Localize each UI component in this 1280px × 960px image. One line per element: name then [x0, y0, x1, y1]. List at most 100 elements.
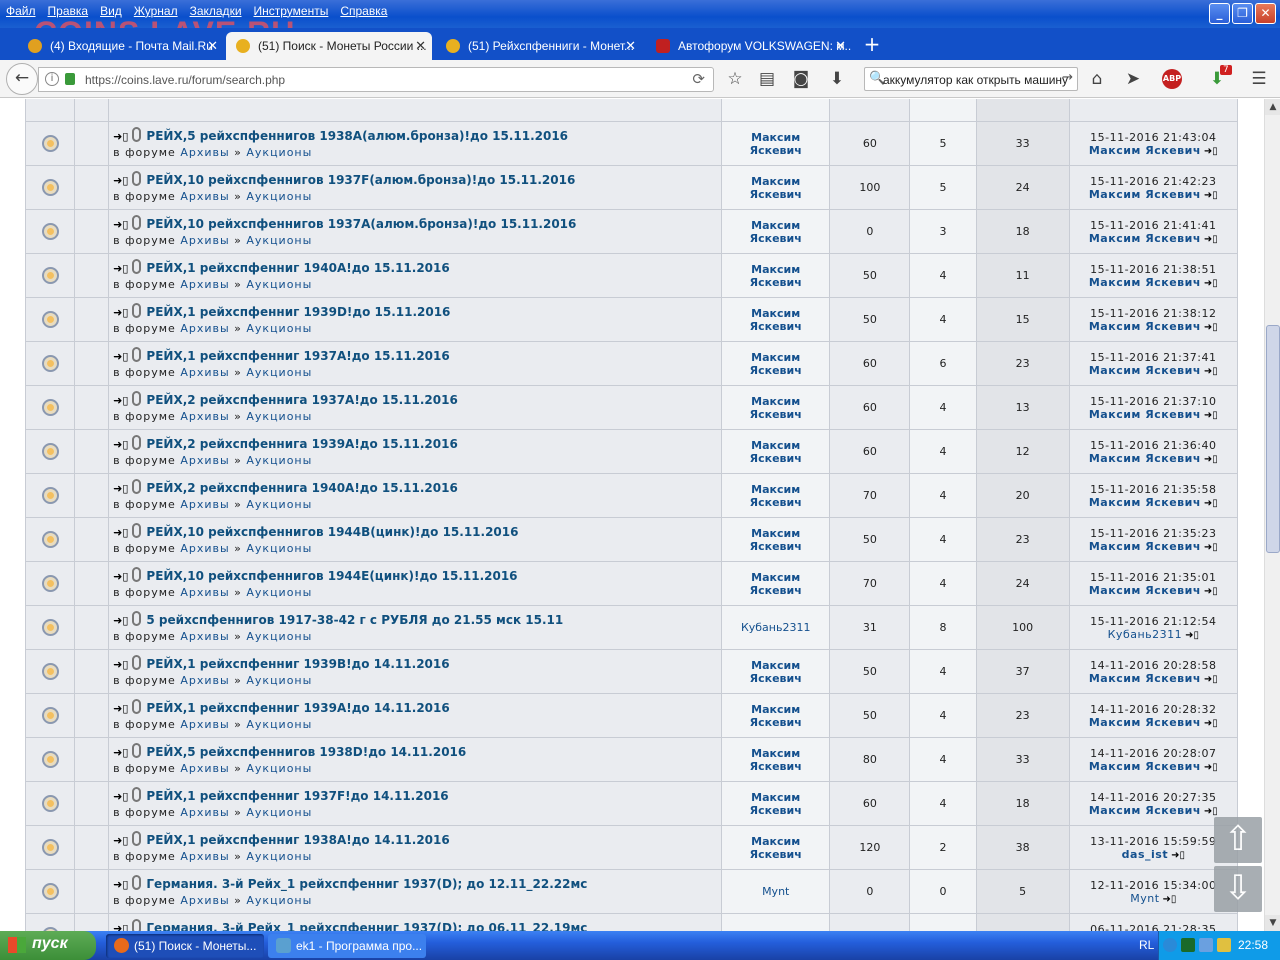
topic-title-link[interactable]: РЕЙХ,5 рейхспфеннигов 1938А(алюм.бронза)…: [146, 129, 568, 143]
forum-auctions-link[interactable]: Аукционы: [246, 278, 312, 291]
last-post-author[interactable]: Максим Яскевич: [1089, 232, 1201, 245]
goto-last-post-icon[interactable]: ➜▯: [1204, 586, 1218, 597]
goto-new-icon[interactable]: ➜▯: [113, 834, 128, 847]
goto-last-post-icon[interactable]: ➜▯: [1204, 322, 1218, 333]
new-tab-button[interactable]: +: [860, 32, 884, 56]
language-indicator[interactable]: RL: [1139, 938, 1154, 952]
author-link[interactable]: Максим Яскевич: [741, 263, 811, 289]
goto-last-post-icon[interactable]: ➜▯: [1185, 630, 1199, 641]
forum-auctions-link[interactable]: Аукционы: [246, 190, 312, 203]
goto-last-post-icon[interactable]: ➜▯: [1204, 278, 1218, 289]
forum-archive-link[interactable]: Архивы: [180, 278, 229, 291]
search-go-icon[interactable]: →: [1062, 70, 1073, 85]
forum-auctions-link[interactable]: Аукционы: [246, 630, 312, 643]
author-link[interactable]: Максим Яскевич: [741, 439, 811, 465]
forum-archive-link[interactable]: Архивы: [180, 806, 229, 819]
goto-last-post-icon[interactable]: ➜▯: [1204, 498, 1218, 509]
forum-auctions-link[interactable]: Аукционы: [246, 806, 312, 819]
forum-auctions-link[interactable]: Аукционы: [246, 542, 312, 555]
goto-last-post-icon[interactable]: ➜▯: [1204, 542, 1218, 553]
home-icon[interactable]: ⌂: [1086, 69, 1108, 89]
topic-title-link[interactable]: РЕЙХ,1 рейхспфенниг 1940А!до 15.11.2016: [146, 261, 449, 275]
search-box[interactable]: 🔍 аккумулятор как открыть машину →: [864, 67, 1078, 91]
author-link[interactable]: Максим Яскевич: [741, 307, 811, 333]
author-link[interactable]: Максим Яскевич: [741, 835, 811, 861]
goto-new-icon[interactable]: ➜▯: [113, 482, 128, 495]
topic-title-link[interactable]: РЕЙХ,10 рейхспфеннигов 1944В(цинк)!до 15…: [146, 525, 518, 539]
goto-last-post-icon[interactable]: ➜▯: [1171, 850, 1185, 861]
topic-title-link[interactable]: РЕЙХ,2 рейхспфеннига 1939А!до 15.11.2016: [146, 437, 457, 451]
topic-title-link[interactable]: РЕЙХ,1 рейхспфенниг 1939А!до 14.11.2016: [146, 701, 449, 715]
url-bar[interactable]: i https://coins.lave.ru/forum/search.php…: [38, 67, 714, 92]
close-tab-icon[interactable]: ✕: [625, 38, 636, 54]
goto-last-post-icon[interactable]: ➜▯: [1204, 146, 1218, 157]
goto-last-post-icon[interactable]: ➜▯: [1204, 366, 1218, 377]
goto-new-icon[interactable]: ➜▯: [113, 130, 128, 143]
menu-help[interactable]: Справка: [334, 2, 393, 20]
last-post-author[interactable]: Максим Яскевич: [1089, 584, 1201, 597]
close-tab-icon[interactable]: ✕: [835, 38, 846, 54]
goto-new-icon[interactable]: ➜▯: [113, 174, 128, 187]
tab-autoforum[interactable]: Автофорум VOLKSWAGEN: м... ✕: [646, 32, 852, 60]
goto-last-post-icon[interactable]: ➜▯: [1204, 410, 1218, 421]
topic-title-link[interactable]: РЕЙХ,10 рейхспфеннигов 1944Е(цинк)!до 15…: [146, 569, 517, 583]
author-link[interactable]: Максим Яскевич: [741, 483, 811, 509]
goto-new-icon[interactable]: ➜▯: [113, 526, 128, 539]
scroll-bottom-button[interactable]: ⇩: [1214, 866, 1262, 912]
topic-title-link[interactable]: Германия. 3-й Рейх_1 рейхспфенниг 1937(D…: [146, 877, 587, 891]
pocket-icon[interactable]: ◙: [790, 69, 812, 89]
vertical-scrollbar[interactable]: ▲ ▼: [1264, 99, 1280, 931]
forum-auctions-link[interactable]: Аукционы: [246, 674, 312, 687]
topic-title-link[interactable]: РЕЙХ,2 рейхспфеннига 1940А!до 15.11.2016: [146, 481, 457, 495]
forum-archive-link[interactable]: Архивы: [180, 322, 229, 335]
last-post-author[interactable]: Максим Яскевич: [1089, 320, 1201, 333]
goto-new-icon[interactable]: ➜▯: [113, 746, 128, 759]
topic-title-link[interactable]: 5 рейхспфеннигов 1917-38-42 г с РУБЛЯ до…: [146, 613, 563, 627]
author-link[interactable]: Максим Яскевич: [741, 659, 811, 685]
forum-archive-link[interactable]: Архивы: [180, 674, 229, 687]
volume-icon[interactable]: [1199, 938, 1213, 952]
bookmark-star-icon[interactable]: ☆: [724, 69, 746, 89]
forum-archive-link[interactable]: Архивы: [180, 718, 229, 731]
forum-archive-link[interactable]: Архивы: [180, 366, 229, 379]
taskbar-item-ek1[interactable]: ek1 - Программа про...: [268, 934, 426, 958]
forum-auctions-link[interactable]: Аукционы: [246, 234, 312, 247]
topic-title-link[interactable]: РЕЙХ,1 рейхспфенниг 1937А!до 15.11.2016: [146, 349, 449, 363]
last-post-author[interactable]: Максим Яскевич: [1089, 760, 1201, 773]
goto-last-post-icon[interactable]: ➜▯: [1163, 894, 1177, 905]
forum-archive-link[interactable]: Архивы: [180, 630, 229, 643]
adblock-icon[interactable]: ABP: [1162, 69, 1182, 89]
send-icon[interactable]: ➤: [1122, 69, 1144, 89]
goto-new-icon[interactable]: ➜▯: [113, 658, 128, 671]
scroll-down-icon[interactable]: ▼: [1265, 915, 1280, 931]
topic-title-link[interactable]: РЕЙХ,2 рейхспфеннига 1937А!до 15.11.2016: [146, 393, 457, 407]
topic-title-link[interactable]: РЕЙХ,1 рейхспфенниг 1937F!до 14.11.2016: [146, 789, 448, 803]
goto-new-icon[interactable]: ➜▯: [113, 218, 128, 231]
goto-last-post-icon[interactable]: ➜▯: [1204, 762, 1218, 773]
goto-new-icon[interactable]: ➜▯: [113, 922, 128, 932]
forum-auctions-link[interactable]: Аукционы: [246, 366, 312, 379]
last-post-author[interactable]: Максим Яскевич: [1089, 452, 1201, 465]
last-post-author[interactable]: das_ist: [1122, 848, 1168, 861]
goto-last-post-icon[interactable]: ➜▯: [1204, 806, 1218, 817]
forum-archive-link[interactable]: Архивы: [180, 146, 229, 159]
network-icon[interactable]: [1181, 938, 1195, 952]
scroll-thumb[interactable]: [1266, 325, 1280, 553]
forum-archive-link[interactable]: Архивы: [180, 762, 229, 775]
menu-hamburger-icon[interactable]: ☰: [1248, 69, 1270, 89]
last-post-author[interactable]: Максим Яскевич: [1089, 144, 1201, 157]
forum-auctions-link[interactable]: Аукционы: [246, 762, 312, 775]
reload-icon[interactable]: ⟳: [692, 70, 705, 88]
author-link[interactable]: Кубань2311: [741, 621, 811, 634]
author-link[interactable]: Максим Яскевич: [741, 791, 811, 817]
goto-new-icon[interactable]: ➜▯: [113, 262, 128, 275]
forum-archive-link[interactable]: Архивы: [180, 542, 229, 555]
forum-archive-link[interactable]: Архивы: [180, 894, 229, 907]
goto-new-icon[interactable]: ➜▯: [113, 878, 128, 891]
goto-last-post-icon[interactable]: ➜▯: [1204, 454, 1218, 465]
author-link[interactable]: Максим Яскевич: [741, 395, 811, 421]
forum-archive-link[interactable]: Архивы: [180, 234, 229, 247]
forum-archive-link[interactable]: Архивы: [180, 190, 229, 203]
search-input[interactable]: аккумулятор как открыть машину: [883, 73, 1068, 87]
start-button[interactable]: пуск: [0, 931, 96, 960]
